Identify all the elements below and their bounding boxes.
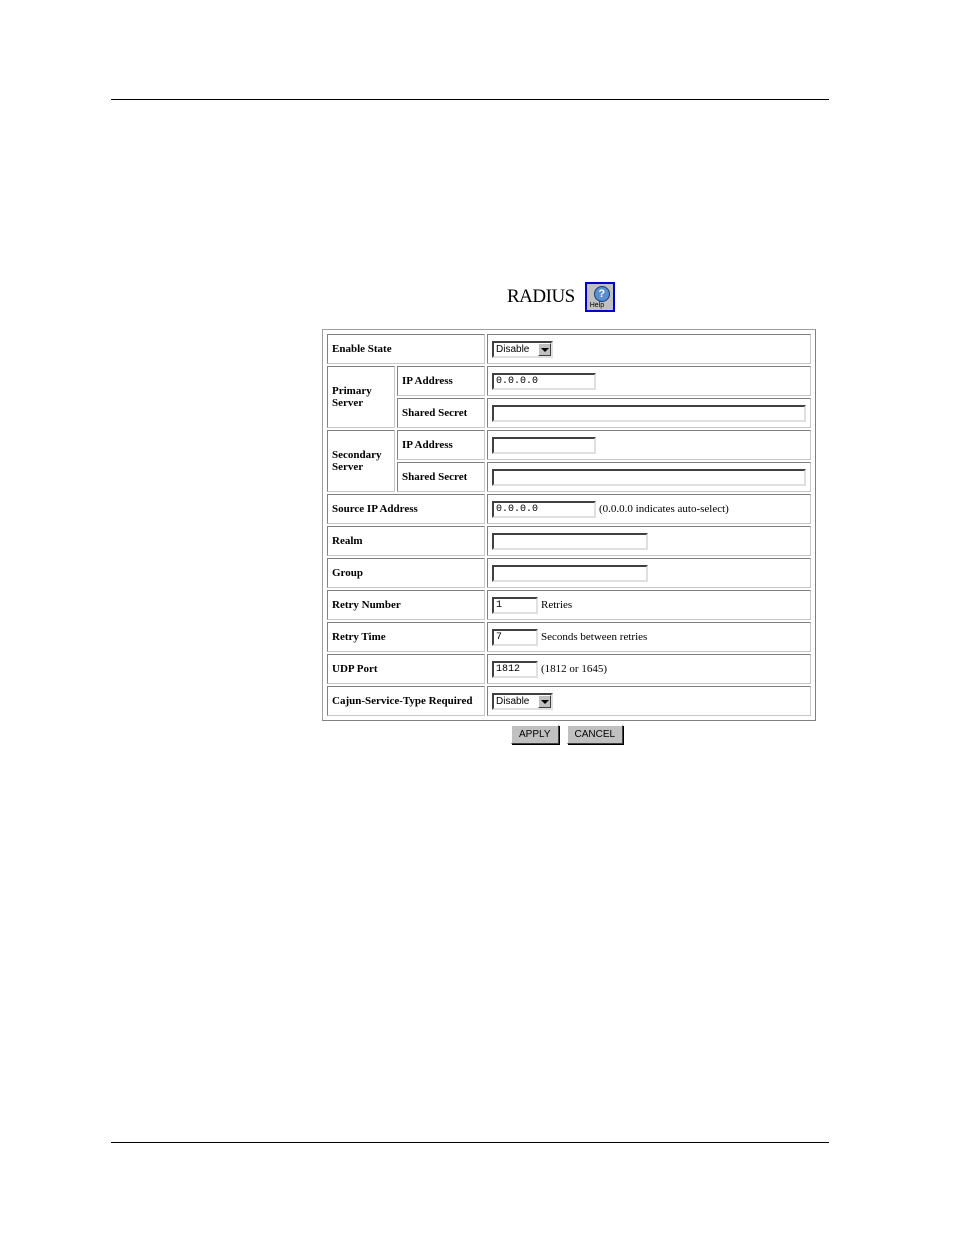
chevron-down-icon [538,342,551,356]
help-icon: ? [593,286,610,302]
secondary-ip-label: IP Address [397,430,485,460]
help-label: Help [589,302,605,309]
retry-time-input[interactable]: 7 [492,628,538,646]
row-enable-state: Enable State Disable [327,334,811,364]
primary-secret-input[interactable] [492,404,806,422]
retry-number-input[interactable]: 1 [492,596,538,614]
primary-secret-label: Shared Secret [397,398,485,428]
row-cajun-service-type: Cajun-Service-Type Required Disable [327,686,811,716]
row-realm: Realm [327,526,811,556]
title-row: RADIUS ? Help [507,282,615,312]
row-retry-number: Retry Number 1 Retries [327,590,811,620]
action-buttons: APPLY CANCEL [511,725,624,744]
source-ip-label: Source IP Address [327,494,485,524]
apply-button[interactable]: APPLY [511,725,559,744]
udp-port-input[interactable]: 1812 [492,660,538,678]
row-primary-secret: Shared Secret [327,398,811,428]
secondary-secret-label: Shared Secret [397,462,485,492]
secondary-secret-input[interactable] [492,468,806,486]
row-group: Group [327,558,811,588]
retry-time-hint: Seconds between retries [541,630,648,643]
retry-number-label: Retry Number [327,590,485,620]
row-secondary-ip: Secondary Server IP Address [327,430,811,492]
radius-form: Enable State Disable Primary Server IP Ad… [322,329,816,721]
page-title: RADIUS [507,286,575,307]
udp-port-label: UDP Port [327,654,485,684]
bottom-rule [111,1142,829,1143]
secondary-ip-input[interactable] [492,436,596,454]
primary-ip-label: IP Address [397,366,485,396]
realm-label: Realm [327,526,485,556]
enable-state-select[interactable]: Disable [492,340,553,358]
row-secondary-secret: Shared Secret [327,462,811,492]
row-primary-ip: Primary Server IP Address 0.0.0.0 [327,366,811,428]
secondary-server-label: Secondary Server [327,430,395,492]
udp-port-hint: (1812 or 1645) [541,662,607,675]
row-retry-time: Retry Time 7 Seconds between retries [327,622,811,652]
cancel-button[interactable]: CANCEL [566,725,624,744]
cajun-service-type-label: Cajun-Service-Type Required [327,686,485,716]
retry-number-hint: Retries [541,598,573,611]
row-source-ip: Source IP Address 0.0.0.0 (0.0.0.0 indica… [327,494,811,524]
retry-time-label: Retry Time [327,622,485,652]
chevron-down-icon [538,694,551,708]
help-button[interactable]: ? Help [584,282,615,312]
realm-input[interactable] [492,532,648,550]
source-ip-hint: (0.0.0.0 indicates auto-select) [599,502,729,515]
group-label: Group [327,558,485,588]
primary-ip-input[interactable]: 0.0.0.0 [492,372,596,390]
group-input[interactable] [492,564,648,582]
primary-server-label: Primary Server [327,366,395,428]
row-udp-port: UDP Port 1812 (1812 or 1645) [327,654,811,684]
enable-state-label: Enable State [327,334,485,364]
source-ip-input[interactable]: 0.0.0.0 [492,500,596,518]
top-rule [111,99,829,100]
cajun-service-type-select[interactable]: Disable [492,692,553,710]
